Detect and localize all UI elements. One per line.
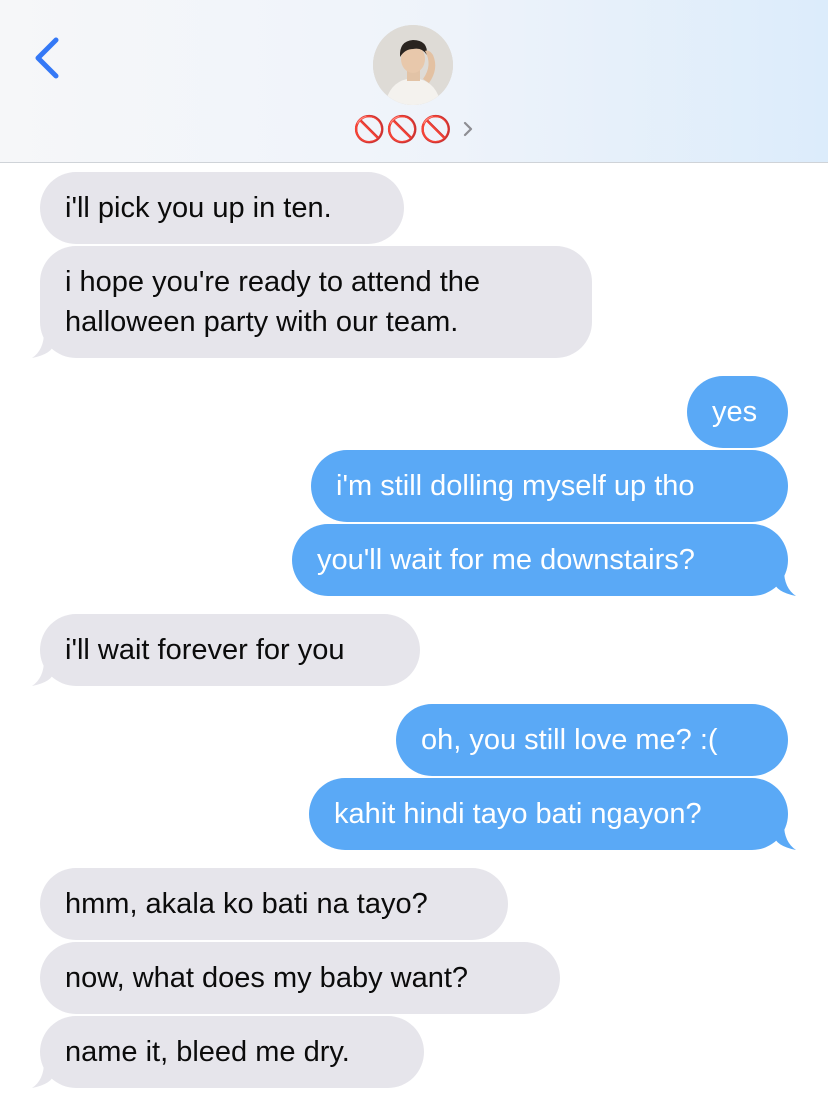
incoming-bubble-tail <box>32 332 54 358</box>
imessage-screen: 🚫🚫🚫 i'll pick you up in ten. i hope you'… <box>0 0 828 1101</box>
conversation-header: 🚫🚫🚫 <box>0 0 828 163</box>
incoming-message[interactable]: name it, bleed me dry. <box>40 1016 424 1088</box>
contact-name: 🚫🚫🚫 <box>352 114 454 144</box>
contact-photo <box>373 25 453 105</box>
outgoing-bubble-tail <box>774 570 796 596</box>
contact-avatar[interactable] <box>373 25 453 105</box>
incoming-message[interactable]: now, what does my baby want? <box>40 942 560 1014</box>
incoming-message[interactable]: i'll wait forever for you <box>40 614 420 686</box>
incoming-message[interactable]: i'll pick you up in ten. <box>40 172 404 244</box>
incoming-bubble-tail <box>32 660 54 686</box>
outgoing-message[interactable]: yes <box>687 376 788 448</box>
incoming-message[interactable]: hmm, akala ko bati na tayo? <box>40 868 508 940</box>
outgoing-message[interactable]: kahit hindi tayo bati ngayon? <box>309 778 788 850</box>
outgoing-bubble-tail <box>774 824 796 850</box>
contact-name-button[interactable]: 🚫🚫🚫 <box>0 112 828 146</box>
incoming-message[interactable]: i hope you're ready to attend the hallow… <box>40 246 592 358</box>
chevron-left-icon <box>35 37 59 79</box>
back-button[interactable] <box>28 30 68 86</box>
outgoing-message[interactable]: you'll wait for me downstairs? <box>292 524 788 596</box>
outgoing-message[interactable]: oh, you still love me? :( <box>396 704 788 776</box>
outgoing-message[interactable]: i'm still dolling myself up tho <box>311 450 788 522</box>
chevron-right-icon <box>463 121 473 137</box>
incoming-bubble-tail <box>32 1062 54 1088</box>
